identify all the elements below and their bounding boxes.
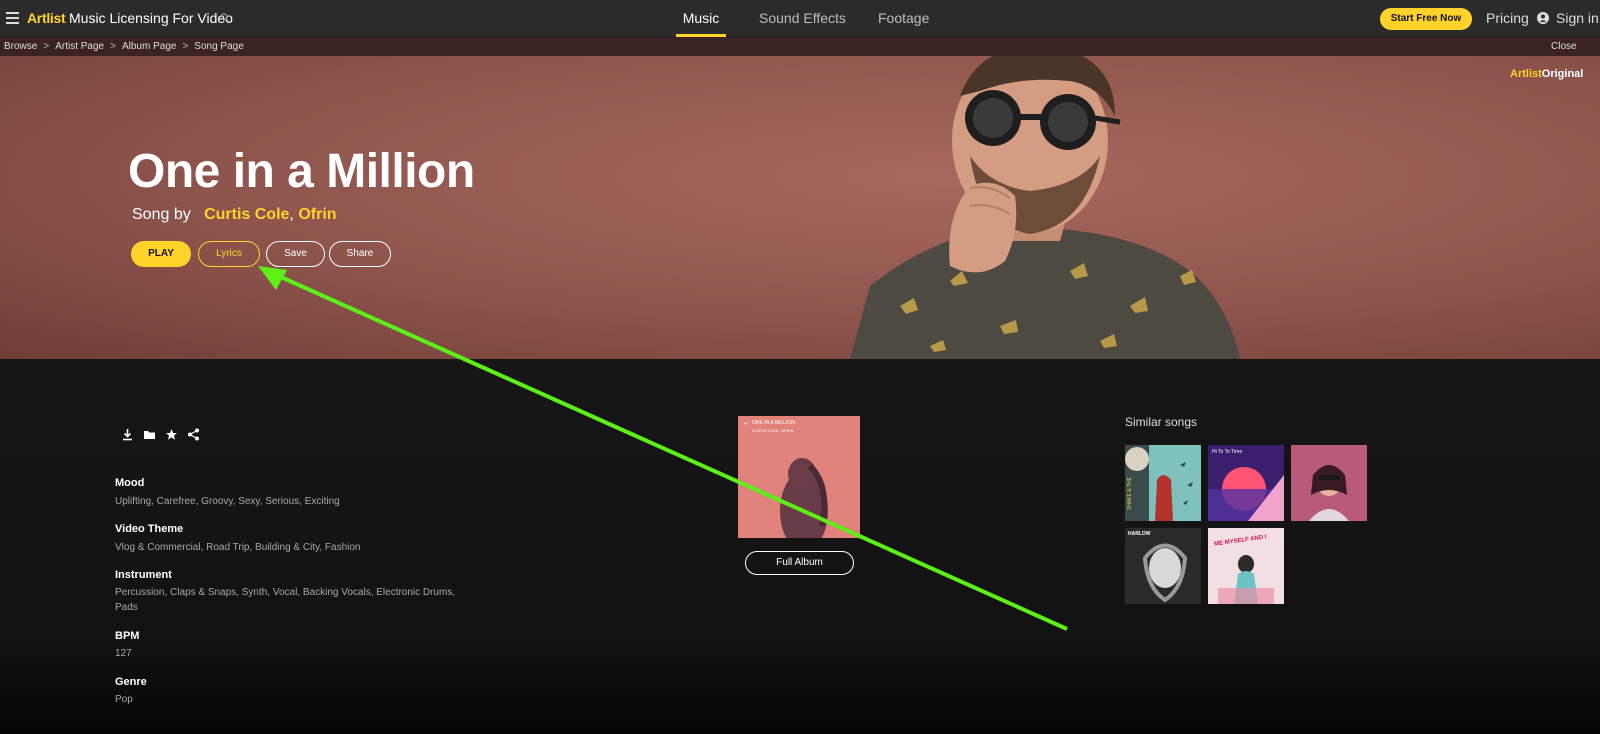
pricing-link[interactable]: Pricing	[1486, 10, 1529, 26]
artlist-logo[interactable]: Artlist	[27, 10, 66, 26]
artlist-original-badge: ArtlistOriginal	[1510, 68, 1584, 80]
site-title[interactable]: Music Licensing For Video	[69, 10, 233, 26]
song-by-line: Song by Curtis Cole, Ofrin	[132, 206, 337, 224]
star-icon[interactable]	[165, 428, 178, 441]
bpm-label: BPM	[115, 630, 140, 642]
similar-song-thumb[interactable]	[1291, 445, 1367, 521]
genre-value: Pop	[115, 694, 133, 705]
similar-song-cover-text: HARLOW	[1128, 531, 1151, 537]
breadcrumb-album-page[interactable]: Album Page	[122, 41, 176, 52]
similar-song-thumb[interactable]: HARLOW	[1125, 528, 1201, 604]
mood-label: Mood	[115, 477, 145, 489]
song-by-prefix: Song by	[132, 206, 191, 223]
mood-value: Uplifting, Carefree, Groovy, Sexy, Serio…	[115, 496, 340, 507]
similar-song-cover-text: Hi To To Time	[1212, 449, 1243, 455]
similar-songs-title: Similar songs	[1125, 415, 1198, 429]
share-button[interactable]: Share	[329, 241, 391, 267]
search-icon[interactable]	[220, 13, 230, 23]
breadcrumb-separator: >	[43, 41, 50, 52]
user-icon[interactable]	[1537, 12, 1549, 24]
full-album-button[interactable]: Full Album	[745, 551, 854, 575]
similar-song-thumb[interactable]: Hi To To Time	[1208, 445, 1284, 521]
album-cover[interactable]: + ONE IN A MILLION CURTIS COLE, OFRIN	[738, 416, 860, 551]
tab-music[interactable]: Music	[676, 0, 726, 37]
video-theme-label: Video Theme	[115, 523, 184, 535]
breadcrumb-artist-page[interactable]: Artist Page	[55, 41, 104, 52]
tab-sound-effects[interactable]: Sound Effects	[759, 0, 846, 37]
similar-song-thumb[interactable]: ME MYSELF AND I	[1208, 528, 1284, 604]
genre-label: Genre	[115, 676, 147, 688]
download-icon[interactable]	[121, 428, 134, 441]
folder-icon[interactable]	[143, 428, 156, 441]
instrument-value: Percussion, Claps & Snaps, Synth, Vocal,…	[115, 587, 456, 613]
tab-footage[interactable]: Footage	[878, 0, 929, 37]
svg-text:+: +	[744, 422, 748, 428]
similar-song-cover-text: SHAKE & THE	[1127, 477, 1133, 510]
share-icon[interactable]	[187, 428, 200, 441]
save-button[interactable]: Save	[266, 241, 325, 267]
song-details: Mood Uplifting, Carefree, Groovy, Sexy, …	[0, 359, 1600, 734]
instrument-label: Instrument	[115, 569, 172, 581]
artist-separator: ,	[289, 206, 294, 223]
video-theme-value: Vlog & Commercial, Road Trip, Building &…	[115, 542, 361, 553]
sign-in-link[interactable]: Sign in	[1556, 10, 1599, 26]
lyrics-button[interactable]: Lyrics	[198, 241, 260, 267]
breadcrumb-song-page[interactable]: Song Page	[194, 41, 244, 52]
breadcrumb-separator: >	[182, 41, 189, 52]
bpm-value: 127	[115, 648, 132, 659]
similar-song-thumb[interactable]: SHAKE & THE	[1125, 445, 1201, 521]
breadcrumb: Browse > Artist Page > Album Page > Song Page	[4, 41, 244, 52]
album-cover-title: ONE IN A MILLION	[752, 420, 795, 426]
top-nav: Artlist Music Licensing For Video Music …	[0, 0, 1600, 37]
artist-link-curtis-cole[interactable]: Curtis Cole	[204, 206, 289, 223]
album-cover-artists: CURTIS COLE, OFRIN	[752, 428, 794, 433]
breadcrumb-separator: >	[110, 41, 116, 52]
menu-icon[interactable]	[6, 12, 19, 24]
song-hero: ArtlistOriginal One in a Million Song by…	[0, 56, 1600, 359]
close-link[interactable]: Close	[1551, 41, 1577, 52]
breadcrumb-bar: Browse > Artist Page > Album Page > Song Page …	[0, 37, 1600, 56]
breadcrumb-browse[interactable]: Browse	[4, 41, 37, 52]
artist-photo	[850, 56, 1240, 359]
play-button[interactable]: PLAY	[131, 241, 191, 267]
artist-link-ofrin[interactable]: Ofrin	[298, 206, 336, 223]
song-title: One in a Million	[128, 145, 475, 198]
start-free-button[interactable]: Start Free Now	[1380, 8, 1472, 30]
